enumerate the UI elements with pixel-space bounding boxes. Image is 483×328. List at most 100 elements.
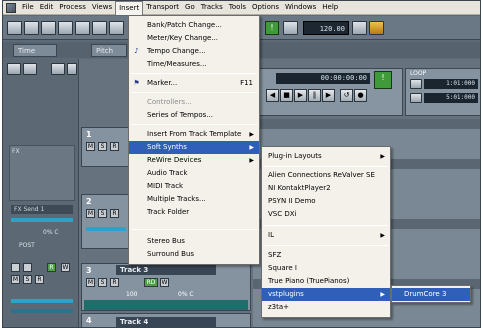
tempo-down-icon[interactable]: [283, 21, 298, 35]
metronome-icon[interactable]: !: [265, 21, 279, 35]
loop-end[interactable]: 5:01:000: [424, 93, 478, 103]
mute-button[interactable]: M: [11, 275, 20, 284]
menu-tracks[interactable]: Tracks: [198, 1, 226, 14]
menu-meter-key-change[interactable]: Meter/Key Change...: [129, 32, 259, 45]
play-icon[interactable]: ▶: [294, 89, 307, 102]
record-button[interactable]: R: [110, 278, 119, 287]
menu-kontakt-player[interactable]: NI KontaktPlayer2: [262, 182, 390, 195]
write-button[interactable]: W: [160, 278, 169, 287]
menu-marker[interactable]: ⚑ Marker... F11: [129, 77, 259, 90]
menu-insert[interactable]: Insert: [115, 1, 144, 15]
solo-button[interactable]: S: [23, 275, 32, 284]
app-icon[interactable]: [6, 2, 16, 13]
menu-file[interactable]: File: [19, 1, 37, 14]
pause-icon[interactable]: ‖: [308, 89, 321, 102]
menu-bank-patch-change[interactable]: Bank/Patch Change...: [129, 19, 259, 32]
tempo-display[interactable]: 120.00: [303, 21, 349, 35]
menu-drumcore[interactable]: DrumCore 3: [392, 288, 470, 301]
zoom-icon[interactable]: [51, 63, 65, 75]
mute-button[interactable]: M: [86, 209, 95, 218]
read-button[interactable]: R: [47, 263, 56, 272]
track-4-header[interactable]: 4 Track 4: [81, 313, 251, 327]
menu-transport[interactable]: Transport: [143, 1, 182, 14]
menu-controllers[interactable]: Controllers...: [129, 96, 259, 109]
undo-icon[interactable]: [109, 21, 124, 35]
track-volume[interactable]: [86, 227, 126, 231]
menu-edit[interactable]: Edit: [37, 1, 57, 14]
menu-go[interactable]: Go: [182, 1, 198, 14]
view-icon[interactable]: [23, 63, 37, 75]
tempo-tap-icon[interactable]: [352, 21, 367, 35]
phase-icon[interactable]: [23, 263, 32, 272]
tab-time[interactable]: Time: [13, 44, 57, 57]
record-button[interactable]: R: [110, 209, 119, 218]
cut-icon[interactable]: [58, 21, 73, 35]
record-icon[interactable]: !: [374, 71, 392, 89]
menu-insert-from-track-template[interactable]: Insert From Track Template ▶: [129, 128, 259, 141]
snap-icon[interactable]: [369, 21, 384, 35]
menu-track-folder[interactable]: Track Folder: [129, 206, 259, 219]
solo-button[interactable]: S: [98, 209, 107, 218]
menu-audio-track[interactable]: Audio Track: [129, 167, 259, 180]
clip-lane[interactable]: [253, 119, 480, 129]
write-button[interactable]: W: [61, 263, 70, 272]
stop-icon[interactable]: ■: [280, 89, 293, 102]
rewind-icon[interactable]: ◀: [266, 89, 279, 102]
menu-options[interactable]: Options: [249, 1, 282, 14]
paste-icon[interactable]: [92, 21, 107, 35]
menu-sfz[interactable]: SFZ: [262, 249, 390, 262]
pan-meter[interactable]: [11, 309, 73, 313]
solo-button[interactable]: S: [98, 278, 107, 287]
menu-soft-synths[interactable]: Soft Synths ▶: [129, 141, 259, 154]
menu-plugin-layouts[interactable]: Plug-in Layouts ▶: [262, 150, 390, 163]
menu-process[interactable]: Process: [56, 1, 89, 14]
menu-il[interactable]: IL ▶: [262, 229, 390, 242]
menu-time-measures[interactable]: Time/Measures...: [129, 58, 259, 71]
read-button[interactable]: RD: [144, 278, 158, 287]
menu-multiple-tracks[interactable]: Multiple Tracks...: [129, 193, 259, 206]
punch-icon[interactable]: ●: [354, 89, 367, 102]
track-3-header[interactable]: 3 Track 3 M S R RD W 100 0% C: [81, 263, 251, 311]
solo-button[interactable]: S: [98, 142, 107, 151]
mute-button[interactable]: M: [86, 278, 95, 287]
fx-send[interactable]: FX Send 1: [11, 205, 73, 214]
menu-vsc-dxi[interactable]: VSC DXi: [262, 208, 390, 221]
menu-rewire-devices[interactable]: ReWire Devices ▶: [129, 154, 259, 167]
track-name[interactable]: Track 3: [116, 265, 216, 275]
save-icon[interactable]: [41, 21, 56, 35]
menu-stereo-bus[interactable]: Stereo Bus: [129, 235, 259, 248]
menu-views[interactable]: Views: [89, 1, 115, 14]
menu-series-of-tempos[interactable]: Series of Tempos...: [129, 109, 259, 122]
loop-start[interactable]: 1:01:000: [424, 79, 478, 89]
menu-windows[interactable]: Windows: [282, 1, 319, 14]
record-button[interactable]: R: [110, 142, 119, 151]
forward-icon[interactable]: ▶: [322, 89, 335, 102]
menu-true-piano[interactable]: True Piano (TruePianos): [262, 275, 390, 288]
track-icon[interactable]: [11, 263, 20, 272]
menu-alien-connections[interactable]: Alien Connections ReValver SE: [262, 169, 390, 182]
menu-tools[interactable]: Tools: [226, 1, 249, 14]
track-name[interactable]: Track 4: [116, 317, 216, 327]
menu-vstplugins[interactable]: vstplugins ▶: [262, 288, 390, 301]
tab-pitch[interactable]: Pitch: [91, 44, 127, 57]
new-file-icon[interactable]: [7, 21, 22, 35]
record-button[interactable]: R: [35, 275, 44, 284]
menu-square-i[interactable]: Square I: [262, 262, 390, 275]
inspector-icon[interactable]: [7, 63, 21, 75]
menu-surround-bus[interactable]: Surround Bus: [129, 248, 259, 261]
loop-set-icon[interactable]: [410, 93, 422, 103]
send-level-meter[interactable]: [11, 218, 73, 222]
copy-icon[interactable]: [75, 21, 90, 35]
loop-on-icon[interactable]: [410, 79, 422, 89]
menu-z3ta[interactable]: z3ta+: [262, 301, 390, 314]
volume-meter[interactable]: [11, 299, 73, 303]
menu-midi-track[interactable]: MIDI Track: [129, 180, 259, 193]
grid-icon[interactable]: [67, 63, 77, 75]
menu-tempo-change[interactable]: ♪ Tempo Change...: [129, 45, 259, 58]
menu-help[interactable]: Help: [319, 1, 341, 14]
open-file-icon[interactable]: [24, 21, 39, 35]
loop-icon[interactable]: ↺: [340, 89, 353, 102]
mute-button[interactable]: M: [86, 142, 95, 151]
time-display[interactable]: 00:00:00:00: [276, 73, 370, 84]
menu-psyn[interactable]: PSYN II Demo: [262, 195, 390, 208]
